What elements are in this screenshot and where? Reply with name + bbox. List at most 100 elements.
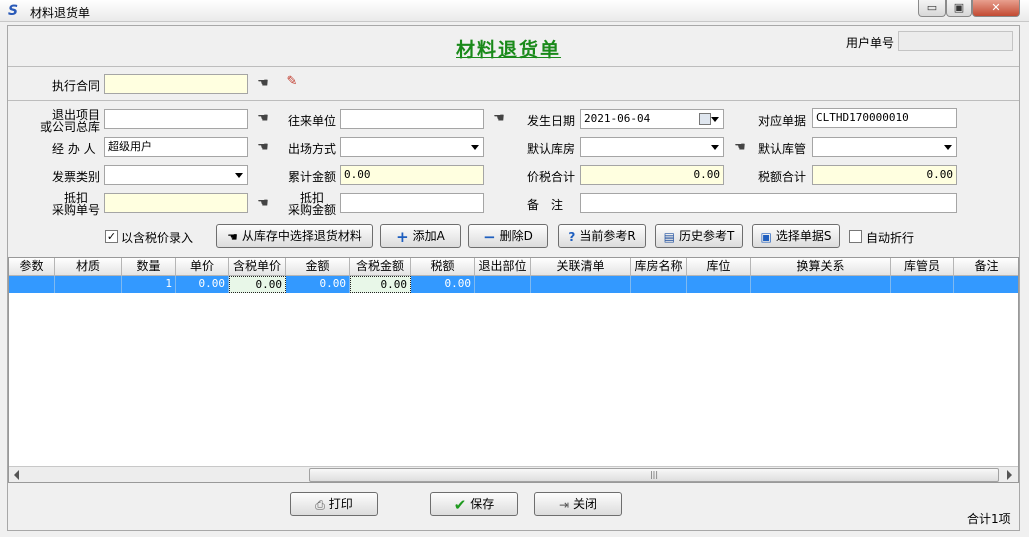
- app-icon: S: [8, 3, 19, 19]
- column-header[interactable]: 参数: [9, 258, 55, 276]
- deduct-amt-label: 抵扣 采购金额: [287, 191, 336, 217]
- scrollbar-thumb[interactable]: |||: [309, 468, 999, 482]
- scroll-right-icon[interactable]: [1007, 470, 1012, 480]
- hand-pointer-icon[interactable]: ☚: [254, 197, 272, 211]
- history-reference-button[interactable]: ▤ 历史参考T: [655, 224, 743, 248]
- column-header[interactable]: 关联清单: [531, 258, 631, 276]
- print-button[interactable]: ⎙ 打印: [290, 492, 378, 516]
- deduct-amt-field[interactable]: [340, 193, 484, 213]
- minus-icon: −: [483, 227, 496, 246]
- minimize-button[interactable]: ▭: [918, 0, 946, 17]
- grid-cell[interactable]: 0.00: [229, 276, 286, 293]
- document-title: 材料退货单: [456, 39, 562, 61]
- hand-pointer-icon[interactable]: ☚: [254, 77, 272, 91]
- hand-pointer-icon[interactable]: ☚: [254, 141, 272, 155]
- horizontal-scrollbar[interactable]: |||: [9, 466, 1018, 482]
- grid-cell[interactable]: [687, 276, 751, 293]
- scroll-left-icon[interactable]: [14, 470, 19, 480]
- handler-field[interactable]: 超级用户: [104, 137, 248, 157]
- exit-project-label: 退出项目 或公司总库: [40, 108, 101, 134]
- grid-cell[interactable]: [9, 276, 55, 293]
- contract-label: 执行合同: [52, 79, 101, 93]
- hand-pointer-icon: ☚: [227, 229, 238, 244]
- default-keeper-select[interactable]: [812, 137, 957, 157]
- grid-cell[interactable]: 0.00: [286, 276, 350, 293]
- column-header[interactable]: 金额: [286, 258, 350, 276]
- column-header[interactable]: 库房名称: [631, 258, 687, 276]
- column-header[interactable]: 单价: [176, 258, 229, 276]
- exit-mode-select[interactable]: [340, 137, 484, 157]
- column-header[interactable]: 含税金额: [350, 258, 411, 276]
- checkmark-icon: ✔: [453, 495, 467, 514]
- hand-pointer-icon[interactable]: ☚: [254, 112, 272, 126]
- column-header[interactable]: 数量: [122, 258, 176, 276]
- grid-cell[interactable]: [475, 276, 531, 293]
- grid-cell[interactable]: [55, 276, 122, 293]
- column-header[interactable]: 换算关系: [751, 258, 891, 276]
- grid-cell[interactable]: 0.00: [350, 276, 411, 293]
- add-button[interactable]: + 添加A: [380, 224, 461, 248]
- grid-cell[interactable]: [954, 276, 1018, 293]
- select-from-stock-button[interactable]: ☚ 从库存中选择退货材料: [216, 224, 373, 248]
- total-amount-field[interactable]: 0.00: [340, 165, 484, 185]
- ref-doc-label: 对应单据: [758, 114, 807, 128]
- hand-pointer-icon[interactable]: ☚: [731, 141, 749, 155]
- grid-cell[interactable]: [751, 276, 891, 293]
- auto-discount-checkbox[interactable]: [849, 230, 862, 243]
- chevron-down-icon[interactable]: [471, 145, 479, 150]
- grid-cell[interactable]: [631, 276, 687, 293]
- tax-price-entry-checkbox[interactable]: ✓: [105, 230, 118, 243]
- close-window-button[interactable]: ✕: [972, 0, 1020, 17]
- remark-label: 备 注: [527, 198, 564, 212]
- plus-icon: +: [396, 227, 409, 246]
- hand-pointer-icon[interactable]: ☚: [490, 112, 508, 126]
- invoice-type-select[interactable]: [104, 165, 248, 185]
- items-grid[interactable]: 参数 材质 数量 单价 含税单价 金额 含税金额 税额 退出部位 关联清单 库房…: [8, 257, 1019, 483]
- user-no-field[interactable]: [898, 31, 1013, 51]
- calendar-icon[interactable]: [699, 113, 711, 125]
- magic-wand-icon[interactable]: ✎: [283, 75, 301, 89]
- column-header[interactable]: 税额: [411, 258, 475, 276]
- window-title: 材料退货单: [30, 6, 91, 20]
- column-header[interactable]: 含税单价: [229, 258, 286, 276]
- column-header[interactable]: 退出部位: [475, 258, 531, 276]
- table-row[interactable]: 1 0.00 0.00 0.00 0.00 0.00: [9, 276, 1018, 293]
- total-amount-label: 累计金额: [288, 170, 337, 184]
- contract-field[interactable]: [104, 74, 248, 94]
- chevron-down-icon[interactable]: [235, 173, 243, 178]
- column-header[interactable]: 库管员: [891, 258, 954, 276]
- total-count: 合计1项: [967, 512, 1011, 526]
- user-no-label: 用户单号: [846, 36, 895, 50]
- chevron-down-icon[interactable]: [711, 117, 719, 122]
- default-store-select[interactable]: [580, 137, 724, 157]
- grid-cell[interactable]: [891, 276, 954, 293]
- grid-cell[interactable]: 0.00: [176, 276, 229, 293]
- save-button[interactable]: ✔ 保存: [430, 492, 518, 516]
- grid-cell[interactable]: 0.00: [411, 276, 475, 293]
- column-header[interactable]: 备注: [954, 258, 1018, 276]
- column-header[interactable]: 库位: [687, 258, 751, 276]
- delete-button[interactable]: − 删除D: [468, 224, 548, 248]
- remark-field[interactable]: [580, 193, 957, 213]
- printer-icon: ⎙: [315, 497, 325, 512]
- date-field[interactable]: 2021-06-04: [580, 109, 724, 129]
- tax-total-price-field[interactable]: 0.00: [580, 165, 724, 185]
- divider: [8, 100, 1019, 101]
- default-store-label: 默认库房: [527, 142, 576, 156]
- ref-doc-field[interactable]: CLTHD170000010: [812, 108, 957, 128]
- column-header[interactable]: 材质: [55, 258, 122, 276]
- deduct-no-field[interactable]: [104, 193, 248, 213]
- close-button[interactable]: ⇥ 关闭: [534, 492, 622, 516]
- chevron-down-icon[interactable]: [944, 145, 952, 150]
- grid-cell[interactable]: 1: [122, 276, 176, 293]
- chevron-down-icon[interactable]: [711, 145, 719, 150]
- partner-field[interactable]: [340, 109, 484, 129]
- auto-discount-label: 自动折行: [866, 231, 915, 245]
- maximize-button[interactable]: ▣: [946, 0, 972, 17]
- grid-cell[interactable]: [531, 276, 631, 293]
- exit-project-field[interactable]: [104, 109, 248, 129]
- current-reference-button[interactable]: ? 当前参考R: [558, 224, 646, 248]
- select-document-button[interactable]: ▣ 选择单据S: [752, 224, 840, 248]
- invoice-type-label: 发票类别: [52, 170, 101, 184]
- tax-sum-field[interactable]: 0.00: [812, 165, 957, 185]
